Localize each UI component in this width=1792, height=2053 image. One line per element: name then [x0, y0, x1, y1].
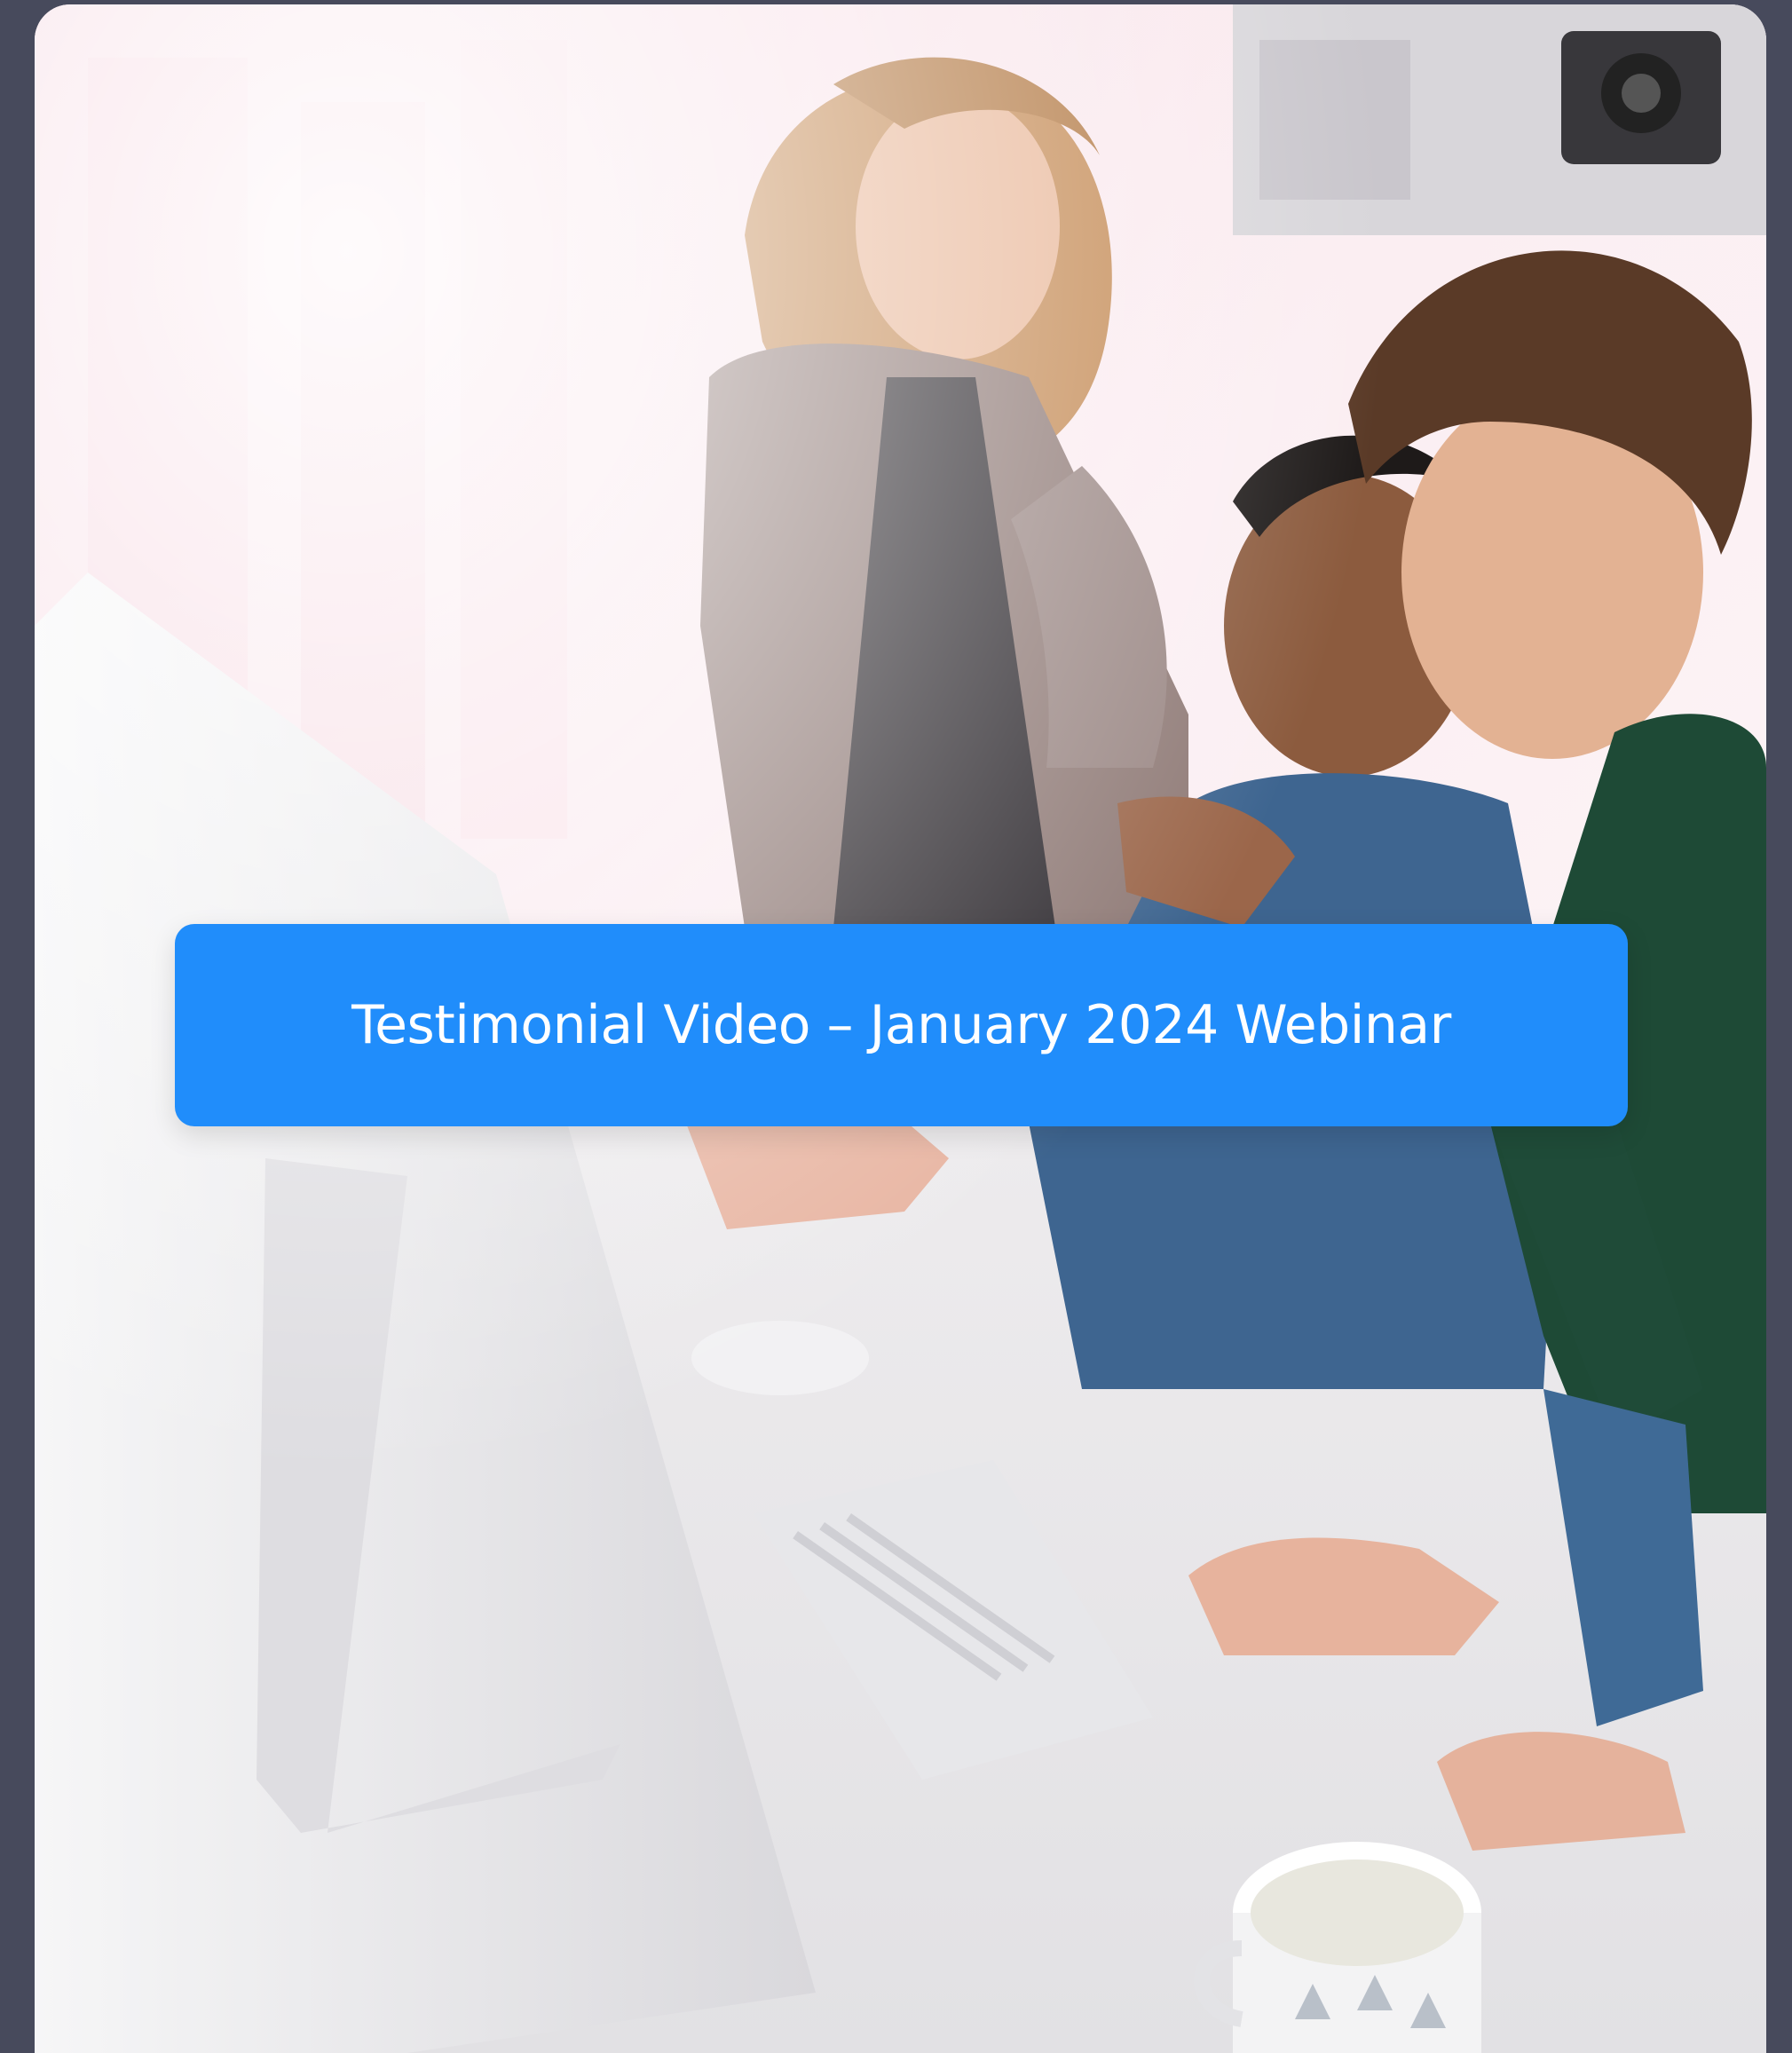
video-title-banner[interactable]: Testimonial Video – January 2024 Webinar — [175, 924, 1628, 1126]
video-title: Testimonial Video – January 2024 Webinar — [351, 994, 1451, 1056]
video-card[interactable]: Testimonial Video – January 2024 Webinar — [35, 4, 1766, 2053]
